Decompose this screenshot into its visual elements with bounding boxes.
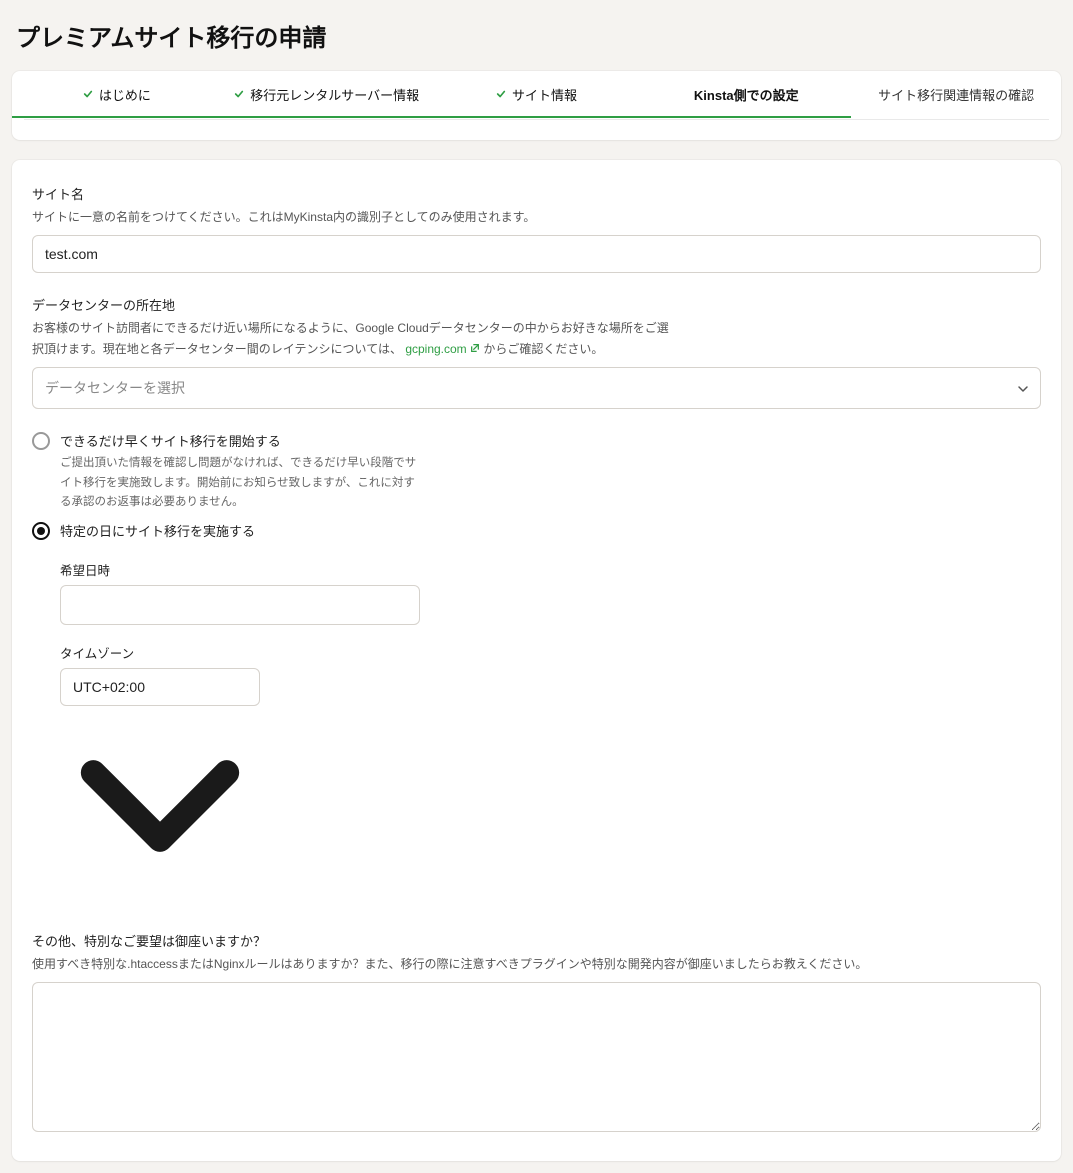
tab-label: 移行元レンタルサーバー情報: [250, 85, 419, 104]
timezone-select[interactable]: UTC+02:00: [60, 668, 260, 706]
tab-intro[interactable]: はじめに: [12, 71, 222, 119]
timezone-field: タイムゾーン UTC+02:00: [60, 643, 1041, 909]
special-request-help: 使用すべき特別な.htaccessまたはNginxルールはありますか？また、移行…: [32, 954, 1041, 974]
radio-asap-desc: ご提出頂いた情報を確認し問題がなければ、できるだけ早い段階でサイト移行を実施致し…: [60, 454, 420, 513]
radio-asap-row: できるだけ早くサイト移行を開始する ご提出頂いた情報を確認し問題がなければ、でき…: [32, 431, 1041, 513]
preferred-date-label: 希望日時: [60, 560, 1041, 579]
check-icon: [234, 89, 244, 99]
wizard-tabs: はじめに 移行元レンタルサーバー情報 サイト情報 Kinsta側での設定 サイト…: [12, 71, 1061, 119]
tab-kinsta-settings[interactable]: Kinsta側での設定: [641, 71, 851, 119]
spacer: [12, 120, 1061, 140]
site-name-input[interactable]: [32, 235, 1041, 273]
tab-source-server[interactable]: 移行元レンタルサーバー情報: [222, 71, 432, 119]
data-center-select[interactable]: データセンターを選択: [32, 367, 1041, 409]
radio-specific-date[interactable]: [32, 522, 50, 540]
external-link-icon: [470, 339, 480, 349]
radio-specific-date-title: 特定の日にサイト移行を実施する: [60, 521, 420, 540]
schedule-radio-group: できるだけ早くサイト移行を開始する ご提出頂いた情報を確認し問題がなければ、でき…: [32, 431, 1041, 909]
site-name-label: サイト名: [32, 184, 1041, 203]
data-center-field: データセンターの所在地 お客様のサイト訪問者にできるだけ近い場所になるように、G…: [32, 295, 1041, 409]
form-card: サイト名 サイトに一意の名前をつけてください。これはMyKinsta内の識別子と…: [12, 160, 1061, 1161]
tab-site-info[interactable]: サイト情報: [432, 71, 642, 119]
gcping-link[interactable]: gcping.com: [405, 342, 480, 356]
special-request-label: その他、特別なご要望は御座いますか？: [32, 931, 1041, 950]
timezone-select-wrap: UTC+02:00: [60, 668, 260, 909]
tab-confirm[interactable]: サイト移行関連情報の確認: [851, 71, 1061, 119]
check-icon: [83, 89, 93, 99]
page-title: プレミアムサイト移行の申請: [16, 18, 1061, 53]
radio-asap[interactable]: [32, 432, 50, 450]
tab-label: サイト移行関連情報の確認: [878, 85, 1034, 104]
data-center-help: お客様のサイト訪問者にできるだけ近い場所になるように、Google Cloudデ…: [32, 318, 672, 359]
tab-label: Kinsta側での設定: [694, 85, 799, 104]
radio-specific-date-row: 特定の日にサイト移行を実施する: [32, 521, 1041, 544]
data-center-select-wrap: データセンターを選択: [32, 367, 1041, 409]
schedule-subfields: 希望日時 タイムゾーン UTC+02:00: [60, 560, 1041, 909]
radio-asap-title: できるだけ早くサイト移行を開始する: [60, 431, 420, 450]
tab-label: サイト情報: [512, 85, 577, 104]
site-name-field: サイト名 サイトに一意の名前をつけてください。これはMyKinsta内の識別子と…: [32, 184, 1041, 273]
chevron-down-icon: [60, 893, 260, 909]
timezone-label: タイムゾーン: [60, 643, 1041, 662]
preferred-date-field: 希望日時: [60, 560, 1041, 625]
wizard-tabs-card: はじめに 移行元レンタルサーバー情報 サイト情報 Kinsta側での設定 サイト…: [12, 71, 1061, 140]
data-center-label: データセンターの所在地: [32, 295, 1041, 314]
tab-label: はじめに: [99, 85, 151, 104]
check-icon: [496, 89, 506, 99]
preferred-date-input[interactable]: [60, 585, 420, 625]
special-request-field: その他、特別なご要望は御座いますか？ 使用すべき特別な.htaccessまたはN…: [32, 931, 1041, 1135]
help-text-after: からご確認ください。: [483, 342, 603, 356]
site-name-help: サイトに一意の名前をつけてください。これはMyKinsta内の識別子としてのみ使…: [32, 207, 1041, 227]
special-request-textarea[interactable]: [32, 982, 1041, 1132]
